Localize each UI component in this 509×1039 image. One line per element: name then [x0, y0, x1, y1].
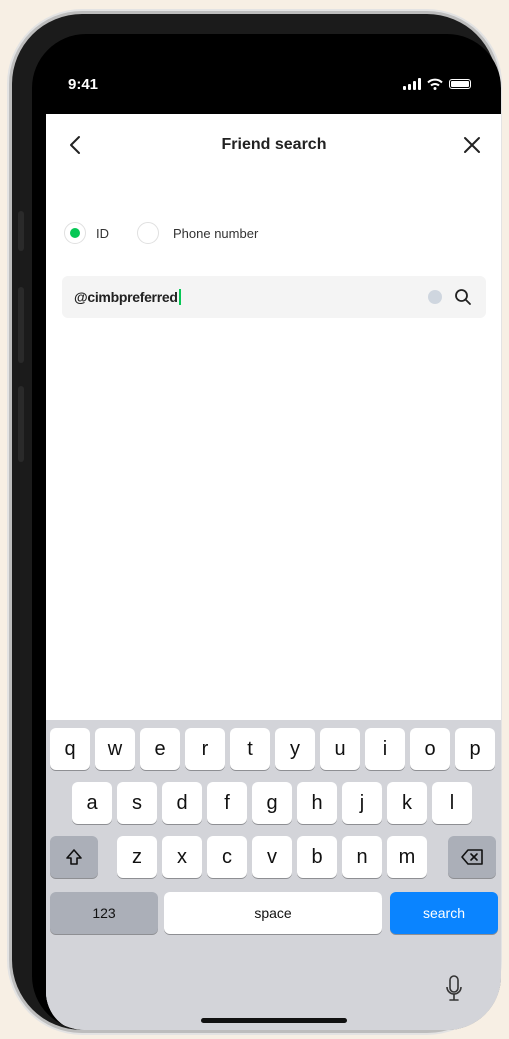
key-a[interactable]: a	[72, 782, 112, 824]
status-bar: 9:41	[32, 34, 501, 114]
key-j[interactable]: j	[342, 782, 382, 824]
key-u[interactable]: u	[320, 728, 360, 770]
search-key[interactable]: search	[390, 892, 498, 934]
key-n[interactable]: n	[342, 836, 382, 878]
volume-up-button	[18, 287, 24, 363]
nav-bar: Friend search	[46, 114, 501, 174]
key-c[interactable]: c	[207, 836, 247, 878]
key-d[interactable]: d	[162, 782, 202, 824]
search-input[interactable]: @cimbpreferred	[62, 276, 486, 318]
status-icons	[403, 78, 471, 90]
clear-icon[interactable]	[428, 290, 442, 304]
key-m[interactable]: m	[387, 836, 427, 878]
close-icon[interactable]	[462, 134, 482, 156]
key-i[interactable]: i	[365, 728, 405, 770]
text-cursor	[178, 289, 181, 305]
key-y[interactable]: y	[275, 728, 315, 770]
key-p[interactable]: p	[455, 728, 495, 770]
delete-key[interactable]	[448, 836, 496, 878]
key-t[interactable]: t	[230, 728, 270, 770]
search-icon[interactable]	[454, 288, 472, 306]
wifi-icon	[427, 78, 443, 90]
key-f[interactable]: f	[207, 782, 247, 824]
search-type-selector: ID Phone number	[64, 222, 258, 244]
microphone-icon[interactable]	[444, 974, 464, 1004]
radio-selected-dot	[70, 228, 80, 238]
backspace-icon	[461, 849, 483, 865]
numbers-key[interactable]: 123	[50, 892, 158, 934]
key-h[interactable]: h	[297, 782, 337, 824]
page-title: Friend search	[221, 136, 327, 153]
keyboard: q w e r t y u i o p a s d f g h j k l z …	[46, 720, 501, 1030]
radio-id-label[interactable]: ID	[96, 226, 109, 241]
mute-switch	[18, 211, 24, 251]
search-input-value[interactable]: @cimbpreferred	[74, 289, 181, 305]
key-g[interactable]: g	[252, 782, 292, 824]
friend-search-screen: Friend search ID Phone number @cimbprefe…	[46, 114, 501, 1030]
key-x[interactable]: x	[162, 836, 202, 878]
key-k[interactable]: k	[387, 782, 427, 824]
key-r[interactable]: r	[185, 728, 225, 770]
key-v[interactable]: v	[252, 836, 292, 878]
key-q[interactable]: q	[50, 728, 90, 770]
space-key[interactable]: space	[164, 892, 382, 934]
status-time: 9:41	[68, 76, 99, 93]
key-b[interactable]: b	[297, 836, 337, 878]
key-e[interactable]: e	[140, 728, 180, 770]
key-o[interactable]: o	[410, 728, 450, 770]
screen: 9:41 Friend search ID Phone number @cimb…	[32, 34, 501, 1030]
key-w[interactable]: w	[95, 728, 135, 770]
home-indicator[interactable]	[201, 1018, 347, 1023]
key-l[interactable]: l	[432, 782, 472, 824]
phone-frame: 9:41 Friend search ID Phone number @cimb…	[12, 14, 501, 1030]
radio-phone-number-label[interactable]: Phone number	[173, 226, 258, 241]
dynamic-island	[204, 74, 330, 108]
key-z[interactable]: z	[117, 836, 157, 878]
shift-key[interactable]	[50, 836, 98, 878]
radio-phone-number[interactable]	[137, 222, 159, 244]
battery-icon	[449, 79, 471, 89]
key-s[interactable]: s	[117, 782, 157, 824]
radio-id[interactable]	[64, 222, 86, 244]
volume-down-button	[18, 386, 24, 462]
signal-icon	[403, 78, 421, 90]
shift-icon	[66, 849, 82, 865]
